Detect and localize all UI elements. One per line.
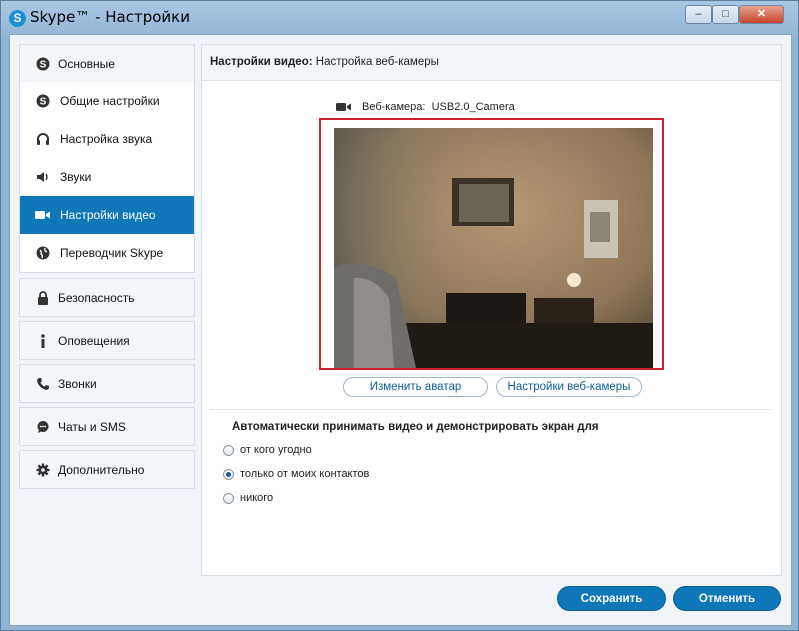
panel-header-title: Настройка веб-камеры	[312, 56, 439, 68]
sidebar-item-sounds[interactable]: Звуки	[20, 158, 194, 196]
webcam-preview-image	[334, 128, 653, 368]
cancel-button[interactable]: Отменить	[673, 586, 781, 611]
settings-client-area: S Основные S Общие настройки Настройка з…	[9, 34, 792, 626]
sidebar-item-label: Оповещения	[58, 333, 130, 348]
radio-label: от кого угодно	[240, 444, 312, 456]
sidebar-item-notifications[interactable]: Оповещения	[20, 322, 194, 359]
sidebar-group-security: Безопасность	[19, 278, 195, 317]
maximize-icon: □	[722, 8, 729, 20]
sidebar-group-notifications: Оповещения	[19, 321, 195, 360]
sidebar-item-advanced[interactable]: Дополнительно	[20, 451, 194, 488]
webcam-label-row: Веб-камера: USB2.0_Camera	[336, 101, 515, 113]
skype-icon: S	[34, 55, 52, 73]
video-camera-icon	[34, 206, 52, 224]
sidebar-item-video-settings[interactable]: Настройки видео	[20, 196, 194, 234]
sidebar-group-calls: Звонки	[19, 364, 195, 403]
phone-icon	[34, 375, 52, 393]
minimize-button[interactable]: –	[685, 5, 712, 24]
change-avatar-button[interactable]: Изменить аватар	[343, 377, 488, 397]
radio-contacts-only[interactable]: только от моих контактов	[223, 468, 369, 480]
sidebar-item-label: Дополнительно	[58, 462, 145, 477]
title-bar[interactable]: S Skype™ - Настройки – □ ✕	[1, 1, 799, 37]
auto-accept-title: Автоматически принимать видео и демонстр…	[232, 421, 599, 433]
radio-button[interactable]	[223, 468, 234, 480]
radio-nobody[interactable]: никого	[223, 492, 273, 504]
webcam-device-name: USB2.0_Camera	[431, 101, 515, 113]
sidebar-item-chats-sms[interactable]: Чаты и SMS	[20, 408, 194, 445]
settings-window: S Skype™ - Настройки – □ ✕ S Основные S …	[0, 0, 799, 631]
sidebar-item-security[interactable]: Безопасность	[20, 279, 194, 316]
sidebar-item-calls[interactable]: Звонки	[20, 365, 194, 402]
speaker-icon	[34, 168, 52, 186]
radio-anyone[interactable]: от кого угодно	[223, 444, 312, 456]
sidebar-item-label: Звонки	[58, 376, 97, 391]
panel-header: Настройки видео: Настройка веб-камеры	[202, 45, 781, 81]
sidebar-item-label: Безопасность	[58, 290, 135, 305]
globe-icon	[34, 244, 52, 262]
sidebar-item-general[interactable]: S Основные	[20, 45, 194, 82]
sidebar-item-label: Основные	[58, 56, 115, 71]
radio-label: никого	[240, 492, 274, 504]
lock-icon	[34, 289, 52, 307]
sidebar-item-skype-translator[interactable]: Переводчик Skype	[20, 234, 194, 272]
sidebar-item-general-settings[interactable]: S Общие настройки	[20, 82, 194, 120]
sidebar-group-chats: Чаты и SMS	[19, 407, 195, 446]
sidebar-item-label: Общие настройки	[60, 94, 160, 108]
skype-logo-icon: S	[9, 10, 26, 27]
webcam-settings-button[interactable]: Настройки веб-камеры	[496, 377, 642, 397]
sidebar-group-advanced: Дополнительно	[19, 450, 195, 489]
webcam-label: Веб-камера:	[362, 101, 426, 113]
radio-button[interactable]	[223, 444, 234, 456]
chat-icon	[34, 418, 52, 436]
sidebar-item-label: Переводчик Skype	[60, 246, 164, 260]
maximize-button[interactable]: □	[712, 5, 739, 24]
sidebar-item-label: Звуки	[60, 170, 92, 184]
minimize-icon: –	[695, 8, 702, 20]
panel-header-section: Настройки видео:	[210, 56, 313, 68]
section-divider	[210, 409, 772, 410]
sidebar-group-general: S Основные S Общие настройки Настройка з…	[19, 44, 195, 273]
sidebar-item-label: Чаты и SMS	[58, 419, 126, 434]
sidebar-item-label: Настройки видео	[60, 208, 156, 222]
info-icon	[34, 332, 52, 350]
radio-button[interactable]	[223, 492, 234, 504]
webcam-preview-frame	[319, 118, 664, 370]
sidebar-item-audio-settings[interactable]: Настройка звука	[20, 120, 194, 158]
svg-text:S: S	[40, 97, 47, 108]
window-title: Skype™ - Настройки	[30, 8, 190, 26]
svg-text:S: S	[40, 59, 47, 70]
skype-icon: S	[34, 92, 52, 110]
gear-icon	[34, 461, 52, 479]
radio-label: только от моих контактов	[240, 468, 370, 480]
save-button[interactable]: Сохранить	[557, 586, 666, 611]
sidebar-item-label: Настройка звука	[60, 132, 153, 146]
close-button[interactable]: ✕	[739, 5, 784, 24]
video-camera-icon	[336, 102, 352, 112]
close-icon: ✕	[756, 8, 767, 20]
headset-icon	[34, 130, 52, 148]
video-settings-panel: Настройки видео: Настройка веб-камеры Ве…	[201, 44, 782, 576]
